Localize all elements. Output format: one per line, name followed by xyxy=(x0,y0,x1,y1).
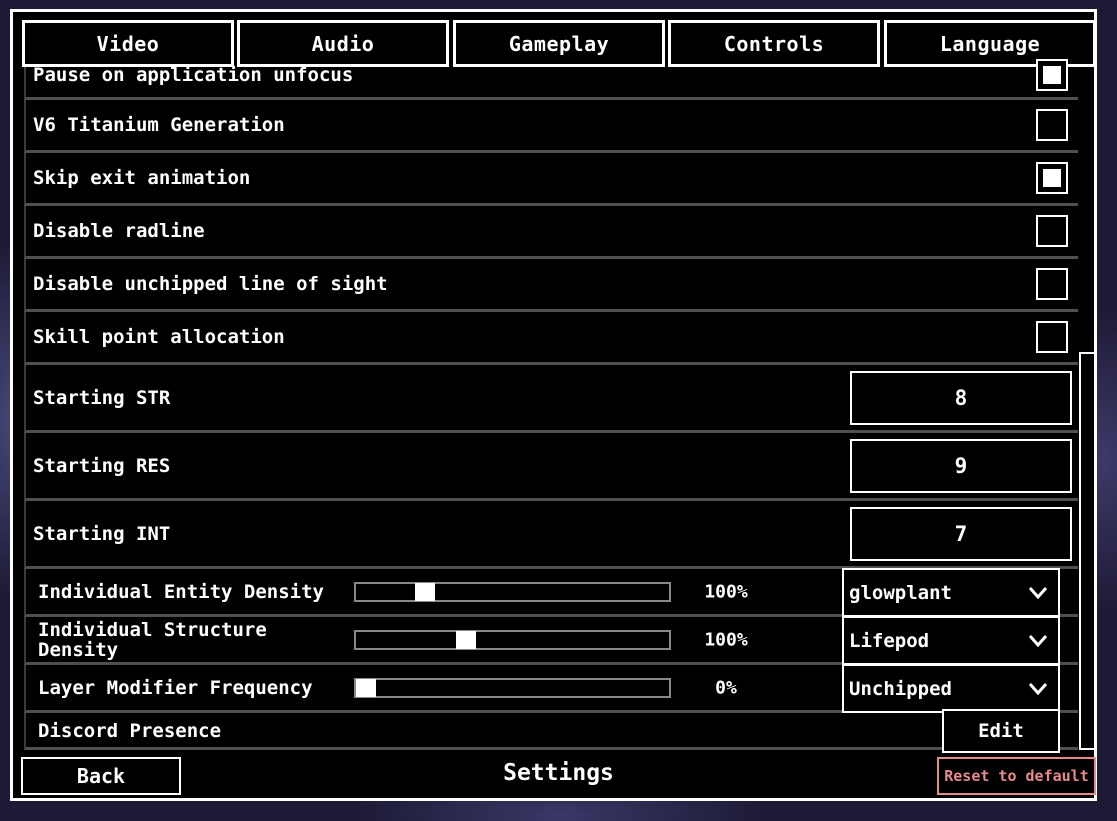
slider-handle[interactable] xyxy=(455,630,476,649)
tab-audio[interactable]: Audio xyxy=(237,20,449,67)
structure-density-slider[interactable] xyxy=(354,629,671,650)
starting-str-input[interactable]: 8 xyxy=(850,370,1072,425)
dropdown-value: Lifepod xyxy=(849,629,930,652)
layer-frequency-slider[interactable] xyxy=(354,677,671,698)
back-button[interactable]: Back xyxy=(21,757,181,795)
slider-handle[interactable] xyxy=(356,678,376,697)
tab-video[interactable]: Video xyxy=(22,20,234,67)
layer-type-dropdown[interactable]: Unchipped xyxy=(842,664,1060,713)
row-disable-line-of-sight: Disable unchipped line of sight xyxy=(24,259,1078,312)
layer-frequency-percent: 0% xyxy=(715,677,737,698)
tab-controls[interactable]: Controls xyxy=(668,20,880,67)
reset-label: Reset to default xyxy=(944,767,1089,785)
tab-label: Audio xyxy=(311,31,375,56)
tab-label: Language xyxy=(939,31,1041,56)
row-entity-density: Individual Entity Density 100% glowplant xyxy=(24,568,1078,617)
row-label: Individual Structure Density xyxy=(38,618,267,661)
row-label: V6 Titanium Generation xyxy=(33,114,285,136)
structure-density-percent: 100% xyxy=(704,629,748,650)
row-label: Starting INT xyxy=(33,522,171,545)
titanium-generation-checkbox[interactable] xyxy=(1036,109,1068,141)
starting-int-input[interactable]: 7 xyxy=(850,506,1072,561)
disable-radline-checkbox[interactable] xyxy=(1036,215,1068,247)
tab-label: Controls xyxy=(723,31,825,56)
tab-gameplay[interactable]: Gameplay xyxy=(453,20,665,67)
entity-density-percent: 100% xyxy=(704,581,748,602)
row-pause-on-unfocus: Pause on application unfocus xyxy=(24,59,1078,100)
slider-handle[interactable] xyxy=(414,582,435,601)
tab-label: Video xyxy=(96,31,160,56)
settings-scrollbar[interactable] xyxy=(1079,352,1096,750)
dropdown-value: Unchipped xyxy=(849,677,952,700)
row-label: Disable radline xyxy=(33,220,205,242)
chevron-down-icon xyxy=(1028,682,1048,695)
row-label: Layer Modifier Frequency xyxy=(38,676,313,699)
row-starting-str: Starting STR 8 xyxy=(24,365,1078,433)
row-label: Starting STR xyxy=(33,386,171,409)
tab-label: Gameplay xyxy=(508,31,610,56)
row-label: Skip exit animation xyxy=(33,167,251,189)
row-structure-density: Individual Structure Density 100% Lifepo… xyxy=(24,616,1078,665)
entity-type-dropdown[interactable]: glowplant xyxy=(842,568,1060,617)
skip-exit-checkbox[interactable] xyxy=(1036,162,1068,194)
skill-allocation-checkbox[interactable] xyxy=(1036,321,1068,353)
row-titanium-generation: V6 Titanium Generation xyxy=(24,100,1078,153)
row-label: Disable unchipped line of sight xyxy=(33,273,388,295)
row-label: Pause on application unfocus xyxy=(33,64,354,86)
row-label: Skill point allocation xyxy=(33,326,285,348)
row-layer-modifier-frequency: Layer Modifier Frequency 0% Unchipped xyxy=(24,664,1078,713)
chevron-down-icon xyxy=(1028,634,1048,647)
back-label: Back xyxy=(76,764,126,788)
row-skill-point-allocation: Skill point allocation xyxy=(24,312,1078,365)
row-starting-res: Starting RES 9 xyxy=(24,433,1078,501)
dropdown-value: glowplant xyxy=(849,581,952,604)
row-disable-radline: Disable radline xyxy=(24,206,1078,259)
row-skip-exit-animation: Skip exit animation xyxy=(24,153,1078,206)
line-of-sight-checkbox[interactable] xyxy=(1036,268,1068,300)
entity-density-slider[interactable] xyxy=(354,581,671,602)
page-title: Settings xyxy=(503,760,614,786)
discord-edit-button[interactable]: Edit xyxy=(942,709,1060,753)
reset-to-default-button[interactable]: Reset to default xyxy=(937,757,1096,795)
chevron-down-icon xyxy=(1028,586,1048,599)
row-discord-presence: Discord Presence Edit xyxy=(24,709,1078,753)
structure-type-dropdown[interactable]: Lifepod xyxy=(842,616,1060,665)
row-label: Discord Presence xyxy=(38,720,222,742)
starting-res-input[interactable]: 9 xyxy=(850,438,1072,493)
row-starting-int: Starting INT 7 xyxy=(24,501,1078,569)
row-label: Individual Entity Density xyxy=(38,580,324,603)
pause-unfocus-checkbox[interactable] xyxy=(1036,59,1068,91)
row-label: Starting RES xyxy=(33,454,171,477)
